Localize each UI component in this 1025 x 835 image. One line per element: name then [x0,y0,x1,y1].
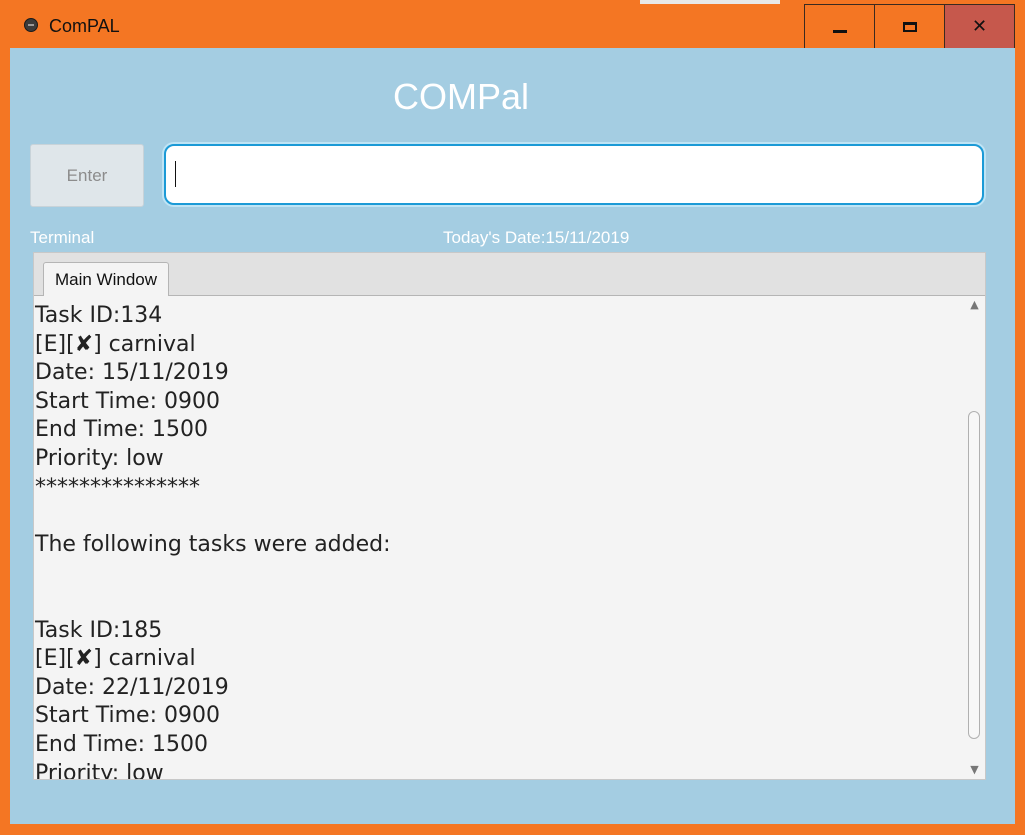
output-line: [E][✘] carnival [35,331,196,357]
output-line: Start Time: 0900 [35,388,220,414]
output-line: [E][✘] carnival [35,646,196,672]
maximize-icon [902,21,917,32]
vertical-scrollbar[interactable]: ▲ ▼ [964,296,985,779]
enter-button[interactable]: Enter [30,144,144,207]
text-caret [175,161,176,187]
output-line: *************** [35,474,200,500]
close-icon: ✕ [971,15,988,37]
output-line: Priority: low [35,760,164,780]
tab-header: Main Window [34,253,985,296]
app-icon [24,18,38,32]
output-line: Date: 22/11/2019 [35,674,229,700]
terminal-label: Terminal [30,228,95,247]
title-bar[interactable]: ComPAL ✕ [0,0,1025,48]
minimize-icon [832,30,847,33]
output-line: The following tasks were added: [35,531,391,557]
output-line: Start Time: 0900 [35,703,220,729]
output-tab-pane: Main Window Task ID:134 [E][✘] carnival Da… [33,252,986,780]
close-button[interactable]: ✕ [944,4,1015,48]
output-line: End Time: 1500 [35,731,209,757]
scroll-up-icon[interactable]: ▲ [964,298,985,312]
scroll-down-icon[interactable]: ▼ [964,763,985,777]
output-line: End Time: 1500 [35,417,209,443]
command-input[interactable] [164,144,984,205]
app-heading: COMPal [393,76,530,117]
output-line: Date: 15/11/2019 [35,360,229,386]
tab-main-window[interactable]: Main Window [43,262,169,296]
output-text-area[interactable]: Task ID:134 [E][✘] carnival Date: 15/11/20… [34,296,964,779]
app-window: ComPAL ✕ COMPal Enter Terminal Today's D… [0,0,1025,835]
main-content: COMPal Enter Terminal Today's Date:15/11… [10,48,1015,824]
output-line: Task ID:134 [35,303,163,328]
minimize-button[interactable] [804,4,874,48]
todays-date-label: Today's Date:15/11/2019 [443,228,630,247]
output-line: Priority: low [35,445,164,471]
output-line: Task ID:185 [35,617,163,643]
scroll-thumb[interactable] [968,411,980,739]
window-title: ComPAL [49,16,120,36]
maximize-button[interactable] [874,4,944,48]
